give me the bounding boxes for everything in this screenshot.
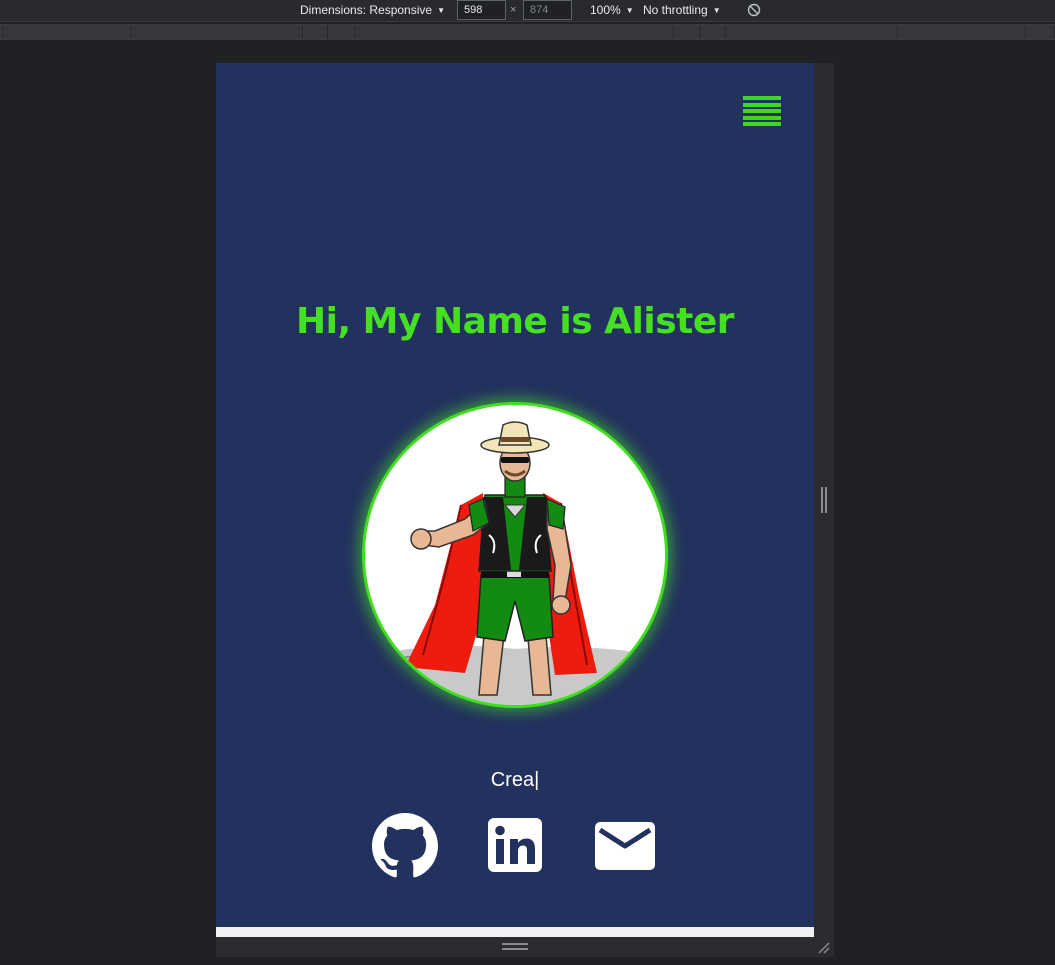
viewport-height-input[interactable]: 874 (523, 0, 572, 20)
superhero-avatar-image (362, 402, 668, 708)
ruler-segment[interactable] (5, 25, 132, 39)
linkedin-link[interactable] (488, 818, 542, 886)
ruler-segment[interactable] (304, 25, 328, 39)
zoom-caret-icon: ▼ (625, 6, 634, 15)
superhero-illustration (365, 421, 665, 705)
ruler-segment[interactable] (357, 25, 674, 39)
resize-corner-icon[interactable] (816, 940, 830, 954)
github-link[interactable] (372, 813, 438, 881)
email-icon (595, 822, 655, 870)
throttling-dropdown[interactable]: No throttling ▼ (643, 0, 721, 22)
dimension-separator: × (510, 4, 517, 16)
ruler-segment[interactable] (1027, 25, 1055, 39)
resize-handle-bottom[interactable] (502, 943, 528, 950)
throttling-label: No throttling (643, 3, 708, 17)
ruler-segment[interactable] (133, 25, 303, 39)
dimensions-label: Dimensions: Responsive (300, 3, 433, 17)
ruler-segment[interactable] (329, 25, 356, 39)
zoom-label: 100% (590, 3, 621, 17)
resize-handle-right[interactable] (821, 487, 827, 513)
media-query-ruler (0, 24, 1055, 40)
linkedin-icon (488, 818, 542, 872)
zoom-dropdown[interactable]: 100% ▼ (590, 0, 634, 22)
hero-title: Hi, My Name is Alister (295, 301, 735, 342)
ruler-segment[interactable] (0, 25, 4, 39)
typed-tagline: Crea| (490, 769, 540, 791)
devtools-device-toolbar: Dimensions: Responsive ▼ 598 × 874 100% ▼ … (0, 0, 1055, 22)
dimensions-caret-icon: ▼ (437, 6, 445, 15)
device-viewport: Hi, My Name is Alister Crea| (216, 63, 814, 937)
hamburger-menu-icon[interactable] (743, 96, 781, 126)
ruler-segment[interactable] (702, 25, 726, 39)
throttling-caret-icon: ▼ (712, 6, 721, 15)
github-icon (372, 813, 438, 878)
viewport-bottom-strip (216, 927, 814, 937)
email-link[interactable] (595, 822, 655, 890)
ruler-segment[interactable] (727, 25, 898, 39)
ruler-segment[interactable] (899, 25, 1026, 39)
ruler-segment[interactable] (675, 25, 701, 39)
dimensions-dropdown[interactable]: Dimensions: Responsive ▼ (300, 0, 445, 22)
viewport-width-input[interactable]: 598 (457, 0, 506, 20)
rotate-icon[interactable] (747, 3, 761, 17)
